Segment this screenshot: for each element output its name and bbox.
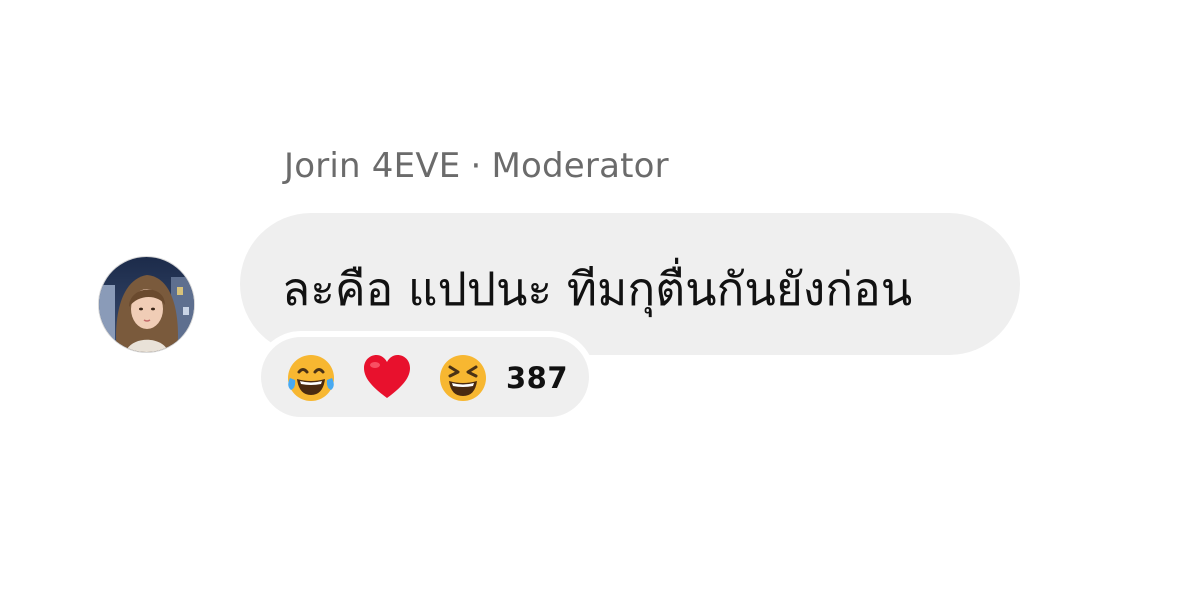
grinning-squinting-emoji-icon xyxy=(440,355,486,401)
laughing-tears-emoji-icon xyxy=(288,355,334,401)
comment-header: Jorin 4EVE · Moderator xyxy=(284,146,669,186)
author-role: Moderator xyxy=(491,146,669,186)
author-name[interactable]: Jorin 4EVE xyxy=(284,146,460,186)
avatar[interactable] xyxy=(98,256,195,353)
reactions-summary[interactable]: 387 xyxy=(255,331,595,423)
comment-text: ละคือ แปปนะ ทีมกุตื่นกันยังก่อน xyxy=(282,262,913,316)
red-heart-emoji-icon xyxy=(364,355,410,398)
header-separator: · xyxy=(470,146,482,186)
comment: Jorin 4EVE · Moderator ละคือ แปปนะ ทีมกุ… xyxy=(0,0,1200,600)
reaction-count: 387 xyxy=(506,361,569,395)
avatar-photo xyxy=(99,257,194,352)
